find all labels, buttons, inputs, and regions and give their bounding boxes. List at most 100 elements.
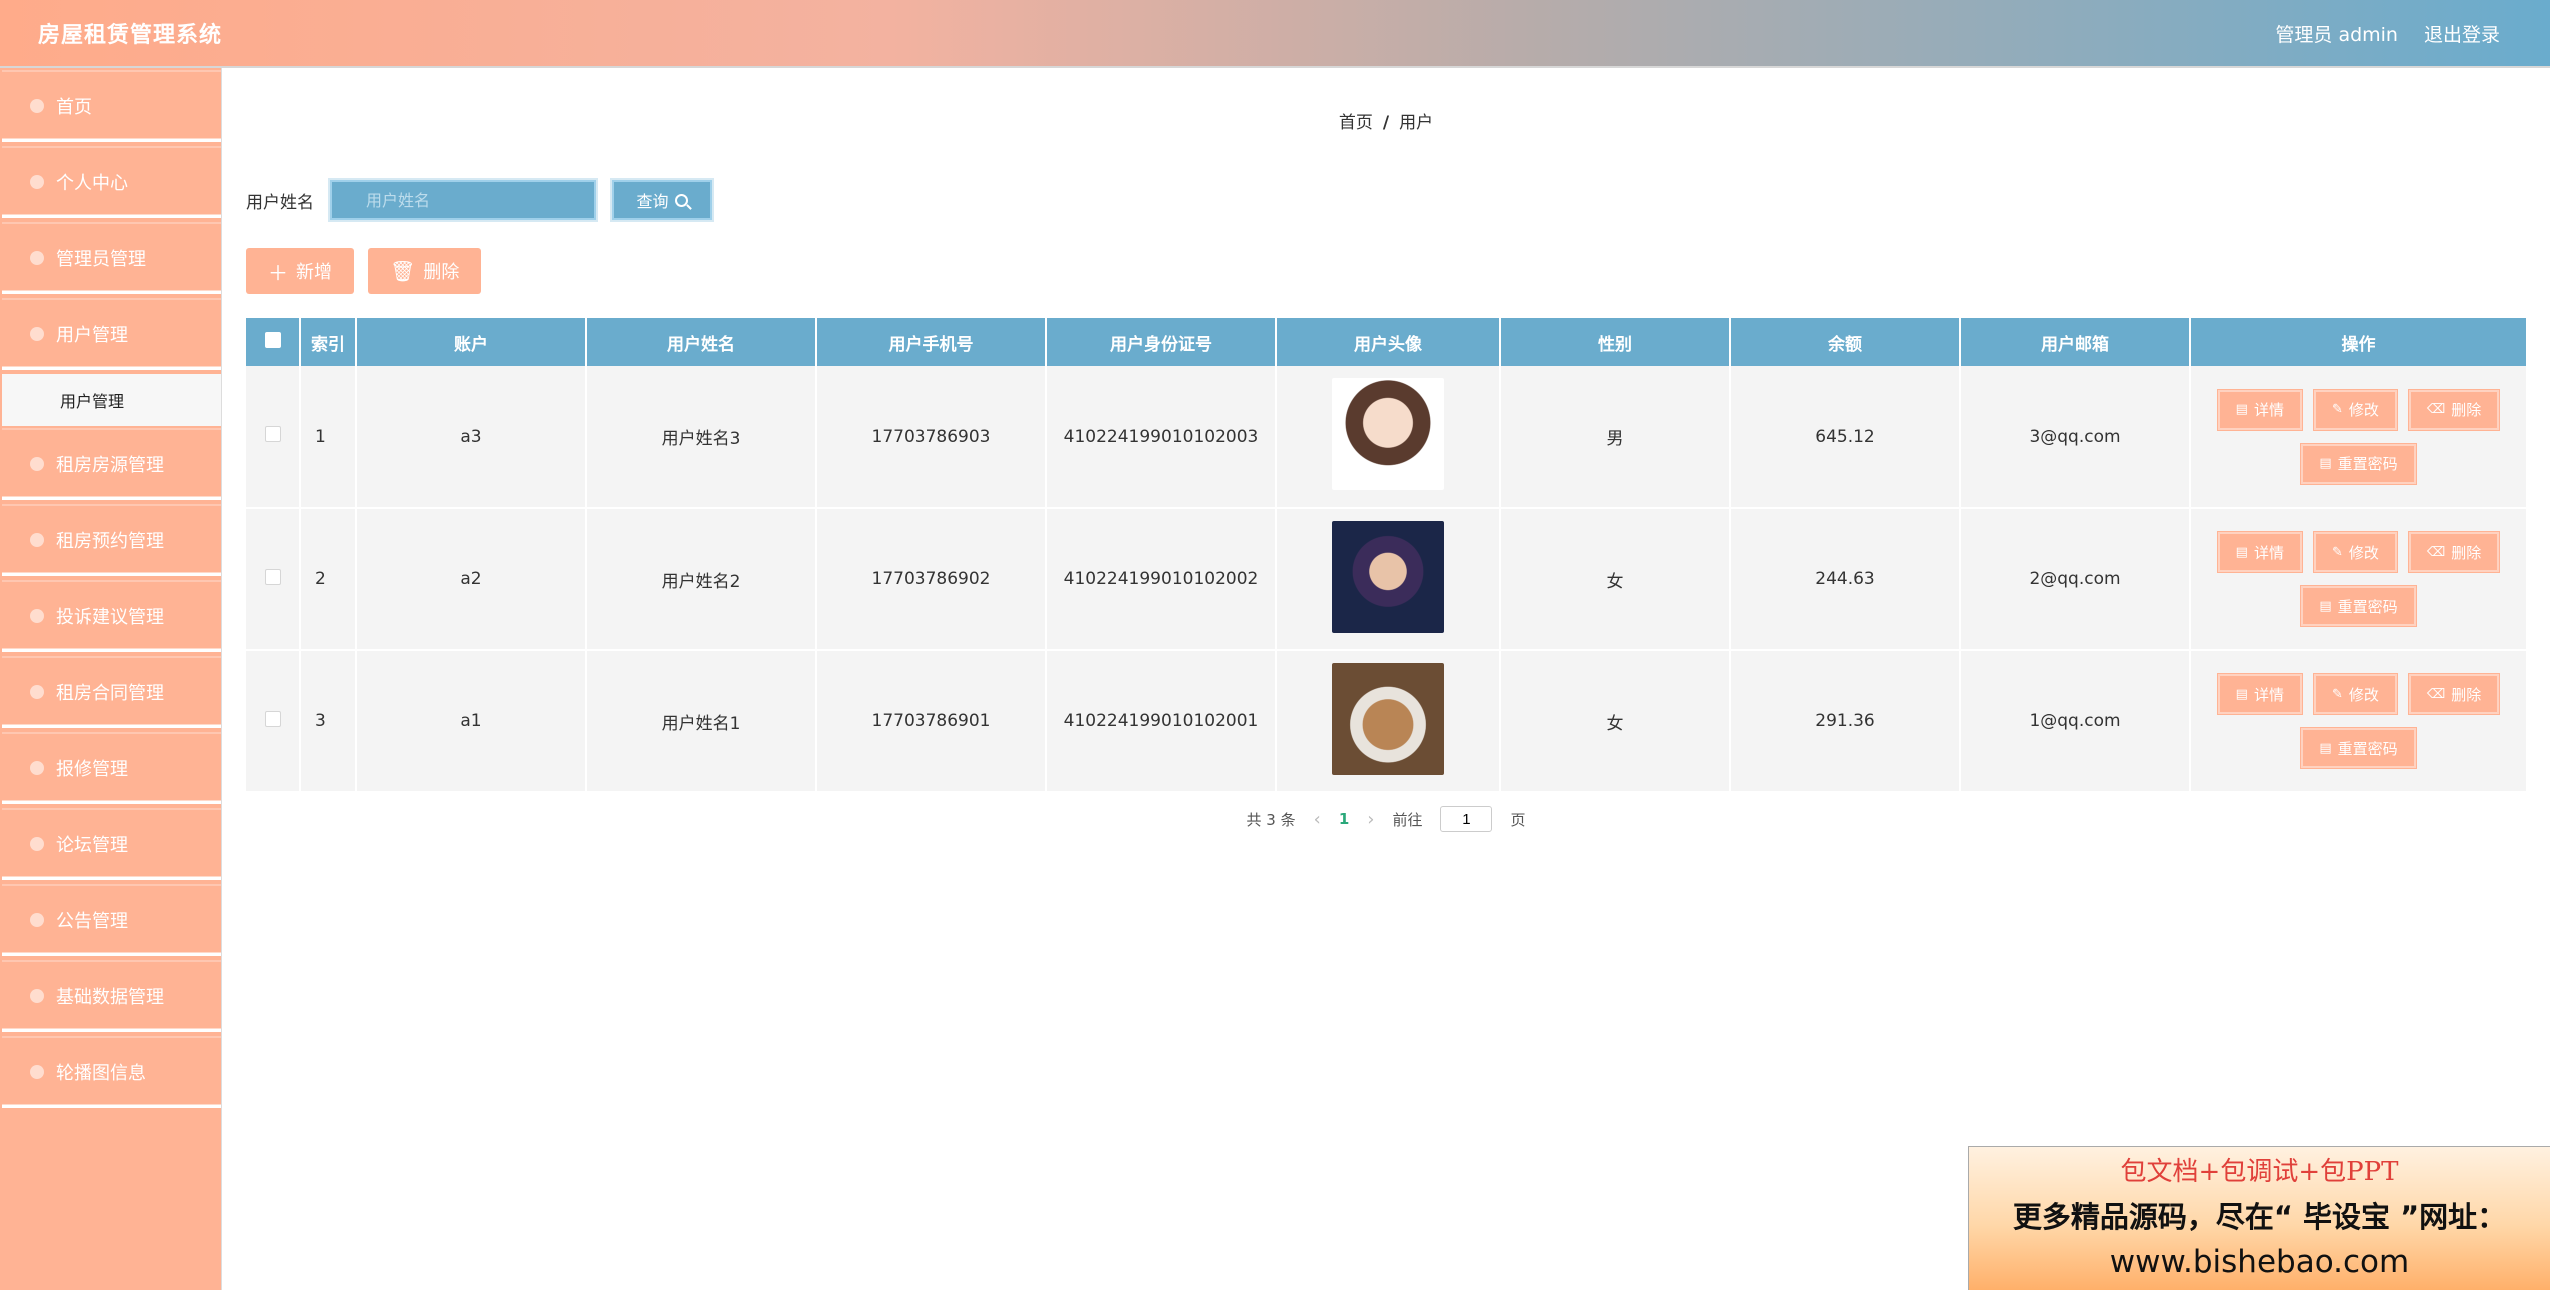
- edit-button[interactable]: ✎ 修改: [2313, 532, 2397, 572]
- cell-index: 3: [300, 650, 357, 793]
- breadcrumb-current: 用户: [1399, 113, 1434, 133]
- prev-page-icon[interactable]: ‹: [1314, 809, 1321, 830]
- sidebar-item-forum[interactable]: 论坛管理: [2, 808, 221, 880]
- sidebar-item-profile[interactable]: 个人中心: [2, 146, 221, 218]
- house-icon: [30, 456, 44, 471]
- avatar: [1332, 378, 1444, 490]
- row-checkbox[interactable]: [264, 426, 281, 442]
- cell-account: a1: [356, 650, 587, 793]
- edit-button[interactable]: ✎ 修改: [2313, 674, 2397, 714]
- search-input[interactable]: [330, 180, 596, 220]
- reset-password-label: 重置密码: [2337, 739, 2398, 758]
- sidebar-item-contract[interactable]: 租房合同管理: [2, 656, 221, 728]
- cell-index: 1: [300, 366, 357, 509]
- edit-label: 修改: [2348, 543, 2379, 562]
- action-bar: ＋ 新增 🗑 删除: [246, 248, 482, 294]
- col-gender: 性别: [1500, 318, 1731, 366]
- col-email: 用户邮箱: [1960, 318, 2191, 366]
- row-checkbox[interactable]: [264, 568, 281, 585]
- cell-avatar: [1276, 366, 1501, 509]
- pagination: 共 3 条 ‹ 1 › 前往 页: [222, 806, 2550, 832]
- sidebar-item-complaint[interactable]: 投诉建议管理: [2, 580, 221, 652]
- message-icon: [30, 608, 44, 623]
- reset-password-button[interactable]: ▤ 重置密码: [2301, 443, 2416, 484]
- logout-link[interactable]: 退出登录: [2424, 20, 2500, 47]
- delete-button[interactable]: ⌫ 删除: [2408, 389, 2500, 430]
- next-page-icon[interactable]: ›: [1367, 809, 1374, 830]
- watermark-line2: 更多精品源码，尽在“ 毕设宝 ”网址：: [2012, 1200, 2507, 1234]
- delete-button[interactable]: ⌫ 删除: [2408, 532, 2500, 572]
- page-jump-input[interactable]: [1440, 806, 1493, 832]
- sidebar-item-carousel[interactable]: 轮播图信息: [2, 1036, 221, 1108]
- sidebar-item-users[interactable]: 用户管理: [2, 298, 221, 370]
- select-all-checkbox[interactable]: [264, 331, 281, 348]
- delete-label: 删除: [2451, 401, 2482, 419]
- users-icon: [30, 326, 44, 341]
- sidebar-item-houses[interactable]: 租房房源管理: [2, 428, 221, 500]
- user-table: 索引 账户 用户姓名 用户手机号 用户身份证号 用户头像 性别 余额 用户邮箱 …: [246, 318, 2528, 793]
- admin-icon: [30, 250, 44, 265]
- sidebar-item-basedata[interactable]: 基础数据管理: [2, 960, 221, 1032]
- app-title: 房屋租赁管理系统: [38, 23, 223, 48]
- reset-password-button[interactable]: ▤ 重置密码: [2301, 586, 2416, 626]
- sidebar-item-home[interactable]: 首页: [2, 70, 221, 142]
- watermark-line3: www.bishebao.com: [2109, 1244, 2410, 1280]
- cell-email: 1@qq.com: [1960, 650, 2191, 793]
- plus-icon: ＋: [268, 260, 288, 285]
- delete-button[interactable]: ⌫ 删除: [2408, 674, 2500, 714]
- total-count: 共 3 条: [1246, 810, 1296, 829]
- reset-password-label: 重置密码: [2337, 597, 2398, 616]
- row-select-cell: [246, 508, 301, 651]
- sidebar-item-admin[interactable]: 管理员管理: [2, 222, 221, 294]
- detail-button[interactable]: ▤ 详情: [2217, 389, 2302, 430]
- sidebar-subitem-users[interactable]: 用户管理: [2, 374, 221, 426]
- pencil-icon: ✎: [2331, 402, 2343, 417]
- top-header: 房屋租赁管理系统 管理员 admin 退出登录: [0, 0, 2550, 68]
- sidebar-item-label: 用户管理: [56, 324, 128, 346]
- page-suffix: 页: [1510, 810, 1526, 829]
- col-name: 用户姓名: [586, 318, 817, 366]
- watermark-line1: 包文档+包调试+包PPT: [2120, 1157, 2399, 1187]
- table-header-row: 索引 账户 用户姓名 用户手机号 用户身份证号 用户头像 性别 余额 用户邮箱 …: [246, 318, 2528, 366]
- avatar: [1332, 520, 1444, 633]
- edit-label: 修改: [2348, 685, 2379, 704]
- sidebar-item-booking[interactable]: 租房预约管理: [2, 504, 221, 576]
- edit-button[interactable]: ✎ 修改: [2313, 389, 2397, 430]
- search-bar: 用户姓名 查询: [246, 180, 712, 220]
- detail-button[interactable]: ▤ 详情: [2217, 674, 2302, 714]
- sidebar-item-label: 个人中心: [56, 172, 128, 194]
- avatar: [1332, 662, 1444, 775]
- cell-email: 2@qq.com: [1960, 508, 2191, 651]
- cell-balance: 291.36: [1730, 650, 1961, 793]
- cell-gender: 女: [1500, 508, 1731, 651]
- sidebar-item-label: 租房房源管理: [56, 454, 164, 476]
- sidebar-item-repair[interactable]: 报修管理: [2, 732, 221, 804]
- main-content: 首页 / 用户 用户姓名 查询 ＋ 新增 🗑 删除 索引 账户 用户姓名 用户手机号 用…: [222, 68, 2550, 1290]
- sidebar-item-label: 首页: [56, 96, 92, 118]
- trash-icon: ⌫: [2426, 402, 2446, 417]
- reset-password-button[interactable]: ▤ 重置密码: [2301, 728, 2416, 768]
- document-icon: ▤: [2235, 544, 2248, 560]
- sidebar-item-notice[interactable]: 公告管理: [2, 884, 221, 956]
- sidebar-item-label: 论坛管理: [56, 834, 128, 856]
- database-icon: [30, 988, 44, 1003]
- breadcrumb-home[interactable]: 首页: [1339, 113, 1373, 133]
- trash-icon: 🗑: [390, 259, 416, 283]
- document-icon: ▤: [2319, 598, 2332, 614]
- image-icon: [30, 1064, 44, 1079]
- goto-label: 前往: [1392, 810, 1423, 829]
- edit-label: 修改: [2348, 401, 2379, 419]
- document-icon: [30, 684, 44, 699]
- cell-gender: 女: [1500, 650, 1731, 793]
- batch-delete-button[interactable]: 🗑 删除: [368, 248, 482, 294]
- current-page[interactable]: 1: [1339, 810, 1349, 828]
- row-checkbox[interactable]: [264, 710, 281, 727]
- detail-button[interactable]: ▤ 详情: [2217, 532, 2302, 572]
- query-button[interactable]: 查询: [612, 180, 712, 220]
- add-button[interactable]: ＋ 新增: [246, 248, 354, 294]
- add-button-label: 新增: [296, 262, 332, 283]
- sidebar: 首页 个人中心 管理员管理 用户管理 用户管理 租房房源管理 租房预约管理 投诉…: [0, 68, 222, 1290]
- col-ops: 操作: [2190, 318, 2528, 366]
- row-select-cell: [246, 650, 301, 793]
- sidebar-item-label: 租房合同管理: [56, 682, 164, 704]
